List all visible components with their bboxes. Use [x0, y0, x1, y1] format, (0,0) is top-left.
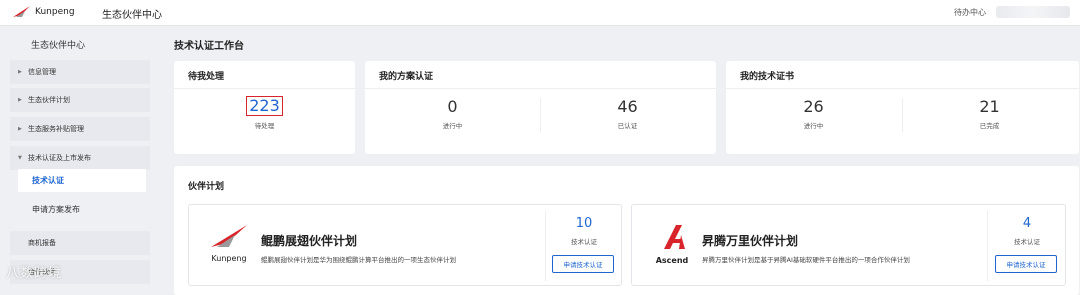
plan-cert-count-label: 技术认证: [571, 238, 597, 246]
vertical-divider: [987, 211, 988, 281]
top-bar: Kunpeng 生态伙伴中心 待办中心: [0, 0, 1080, 26]
chevron-down-icon: ▼: [18, 155, 22, 161]
sidebar-title: 生态伙伴中心: [31, 41, 86, 51]
plan-logo-text: Kunpeng: [211, 254, 247, 263]
kunpeng-logo[interactable]: Kunpeng: [12, 5, 75, 19]
divider: [726, 88, 1079, 89]
plan-card-ascend[interactable]: Ascend 昇腾万里伙伴计划 昇腾万里伙伴计划是基于昇腾AI基础软硬件平台推出…: [631, 204, 1066, 286]
plan-cert-count[interactable]: 10: [551, 216, 617, 231]
plan-cert-count-label: 技术认证: [1014, 238, 1040, 246]
tech-certs-card-title: 我的技术证书: [740, 72, 795, 82]
plan-logo-text: Ascend: [655, 256, 689, 265]
sidebar-item-tech-cert-release[interactable]: ▼ 技术认证及上市发布: [10, 146, 150, 170]
ascend-logo-icon: [664, 225, 685, 249]
certs-completed-stat[interactable]: 21 已完成: [922, 97, 1057, 130]
chevron-right-icon: ▶: [18, 97, 22, 103]
sidebar: 生态伙伴中心 ▶ 信息管理 ▶ 生态伙伴计划 ▶ 生态服务补贴管理 ▼ 技术认证…: [0, 26, 160, 295]
sidebar-item-label: 生态服务补贴管理: [28, 125, 84, 133]
ascend-plan-logo: Ascend: [646, 223, 698, 269]
pending-card: 待我处理 223 待处理: [174, 61, 355, 154]
sidebar-item-label: 信息管理: [28, 68, 56, 76]
solution-cert-card-title: 我的方案认证: [379, 72, 434, 82]
vertical-divider: [545, 211, 546, 281]
solution-cert-card: 我的方案认证 0 进行中 46 已认证: [365, 61, 716, 154]
pending-stat[interactable]: 223 待处理: [174, 96, 355, 130]
tech-certs-card: 我的技术证书 26 进行中 21 已完成: [726, 61, 1079, 154]
stat-value: 26: [803, 97, 824, 116]
kunpeng-logo-icon: [13, 6, 30, 17]
sidebar-item-label: 技术认证及上市发布: [28, 154, 91, 162]
stat-value: 21: [979, 97, 1000, 116]
kunpeng-plan-logo: Kunpeng: [203, 223, 255, 269]
plan-description: 鲲鹏展翅伙伴计划是华为围绕鲲鹏计算平台推出的一项生态伙伴计划: [261, 256, 456, 264]
plan-card-kunpeng[interactable]: Kunpeng 鲲鹏展翅伙伴计划 鲲鹏展翅伙伴计划是华为围绕鲲鹏计算平台推出的一…: [188, 204, 622, 286]
sidebar-subitem-solution-release[interactable]: 申请方案发布: [18, 198, 146, 221]
sidebar-item-partner-plan[interactable]: ▶ 生态伙伴计划: [10, 88, 150, 112]
apply-tech-cert-button[interactable]: 申请技术认证: [995, 255, 1057, 273]
app-title: 生态伙伴中心: [102, 10, 162, 21]
stat-value: 0: [447, 97, 458, 116]
logo-text: Kunpeng: [35, 7, 75, 17]
kunpeng-logo-icon: [211, 225, 247, 247]
apply-tech-cert-button[interactable]: 申请技术认证: [552, 255, 614, 273]
plan-cert-count[interactable]: 4: [994, 216, 1060, 231]
stat-label: 进行中: [803, 122, 824, 130]
sidebar-item-opportunity[interactable]: 商机报备: [10, 231, 150, 255]
sidebar-item-subsidy[interactable]: ▶ 生态服务补贴管理: [10, 117, 150, 141]
user-account[interactable]: [996, 6, 1070, 18]
divider: [174, 88, 355, 89]
plan-description: 昇腾万里伙伴计划是基于昇腾AI基础软硬件平台推出的一项合作伙伴计划: [702, 256, 910, 264]
solution-certified-stat[interactable]: 46 已认证: [560, 97, 695, 130]
stat-label: 进行中: [442, 122, 463, 130]
chevron-right-icon: ▶: [18, 126, 22, 132]
partner-plans-title: 伙伴计划: [188, 182, 225, 192]
todo-center-link[interactable]: 待办中心: [954, 7, 986, 18]
sidebar-item-label: 生态伙伴计划: [28, 96, 70, 104]
vertical-divider: [902, 98, 903, 132]
stat-label: 已完成: [979, 122, 1000, 130]
sidebar-item-info-management[interactable]: ▶ 信息管理: [10, 60, 150, 84]
solution-in-progress-stat[interactable]: 0 进行中: [385, 97, 520, 130]
sidebar-subitem-tech-cert[interactable]: 技术认证: [18, 169, 146, 192]
pending-card-title: 待我处理: [188, 72, 225, 82]
vertical-divider: [540, 98, 541, 132]
page-title: 技术认证工作台: [174, 41, 244, 52]
pending-label: 待处理: [254, 122, 275, 130]
pending-count[interactable]: 223: [246, 96, 283, 116]
plan-name: 鲲鹏展翅伙伴计划: [261, 234, 358, 248]
divider: [365, 88, 716, 89]
watermark: 八数跨境: [6, 266, 63, 281]
chevron-right-icon: ▶: [18, 69, 22, 75]
stat-value: 46: [617, 97, 638, 116]
stat-label: 已认证: [617, 122, 638, 130]
certs-in-progress-stat[interactable]: 26 进行中: [746, 97, 881, 130]
plan-name: 昇腾万里伙伴计划: [702, 234, 799, 248]
